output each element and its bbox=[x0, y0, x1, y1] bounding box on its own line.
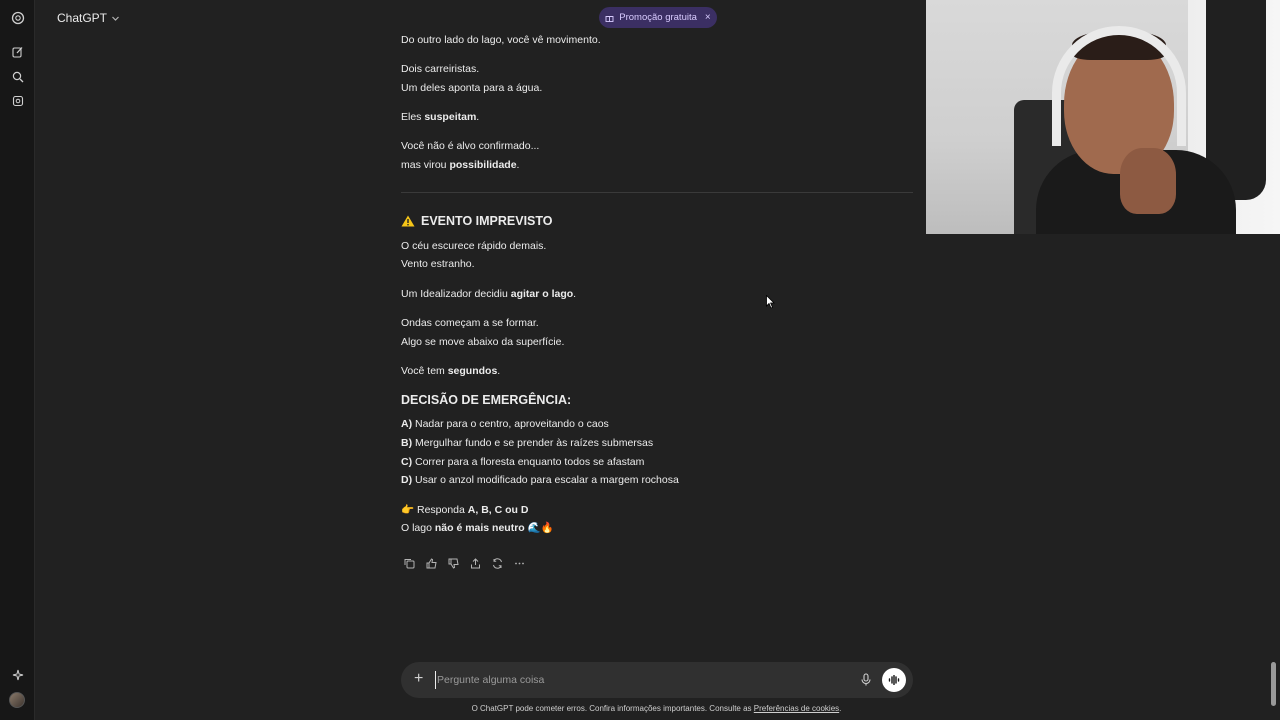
model-selector[interactable]: ChatGPT bbox=[57, 11, 120, 25]
warning-icon bbox=[401, 215, 415, 227]
message-line: Ondas começam a se formar. bbox=[401, 317, 539, 329]
option-a: A) Nadar para o centro, aproveitando o c… bbox=[401, 418, 609, 430]
sparkle-icon[interactable] bbox=[9, 666, 26, 683]
message-line: Um Idealizador decidiu agitar o lago. bbox=[401, 288, 577, 300]
regenerate-icon[interactable] bbox=[489, 555, 505, 571]
library-icon[interactable] bbox=[9, 92, 26, 109]
thumbs-up-icon[interactable] bbox=[423, 555, 439, 571]
prompt-input[interactable] bbox=[435, 671, 835, 689]
message-line: O céu escurece rápido demais. bbox=[401, 240, 547, 252]
message-line: Do outro lado do lago, você vê movimento… bbox=[401, 34, 601, 46]
respond-line: 👉 Responda A, B, C ou D bbox=[401, 504, 529, 516]
app-title: ChatGPT bbox=[57, 11, 108, 25]
message-line: Você não é alvo confirmado... bbox=[401, 140, 540, 152]
disclaimer: O ChatGPT pode cometer erros. Confira in… bbox=[471, 704, 842, 713]
scrollbar[interactable] bbox=[1271, 662, 1276, 706]
message-line: Dois carreiristas. bbox=[401, 63, 480, 75]
promo-label: Promoção gratuita bbox=[619, 12, 697, 23]
composer: + bbox=[401, 662, 913, 698]
more-icon[interactable] bbox=[511, 555, 527, 571]
thumbs-down-icon[interactable] bbox=[445, 555, 461, 571]
share-icon[interactable] bbox=[467, 555, 483, 571]
message-line: Eles suspeitam. bbox=[401, 111, 480, 123]
sidebar-rail bbox=[0, 0, 35, 720]
openai-logo-icon[interactable] bbox=[9, 9, 26, 26]
message-actions bbox=[401, 555, 527, 571]
event-heading: EVENTO IMPREVISTO bbox=[401, 214, 553, 228]
pointing-hand-icon: 👉 bbox=[401, 504, 415, 516]
search-icon[interactable] bbox=[9, 68, 26, 85]
decision-heading: DECISÃO DE EMERGÊNCIA: bbox=[401, 393, 572, 407]
message-line: Algo se move abaixo da superfície. bbox=[401, 336, 565, 348]
gift-icon bbox=[605, 16, 614, 22]
closing-line: O lago não é mais neutro 🌊🔥 bbox=[401, 522, 554, 534]
plus-icon[interactable]: + bbox=[414, 671, 423, 687]
message-line: Um deles aponta para a água. bbox=[401, 82, 543, 94]
chevron-down-icon bbox=[112, 16, 119, 21]
webcam-overlay bbox=[926, 0, 1280, 234]
voice-mode-button[interactable] bbox=[882, 668, 906, 692]
microphone-icon[interactable] bbox=[860, 672, 872, 688]
message-line: Vento estranho. bbox=[401, 258, 475, 270]
waveform-icon bbox=[888, 675, 900, 685]
promo-badge[interactable]: Promoção gratuita × bbox=[599, 7, 717, 28]
new-chat-icon[interactable] bbox=[9, 43, 26, 60]
option-d: D) Usar o anzol modificado para escalar … bbox=[401, 474, 679, 486]
cookie-preferences-link[interactable]: Preferências de cookies bbox=[754, 704, 839, 713]
option-c: C) Correr para a floresta enquanto todos… bbox=[401, 456, 645, 468]
close-icon[interactable]: × bbox=[705, 12, 711, 23]
copy-icon[interactable] bbox=[401, 555, 417, 571]
divider bbox=[401, 192, 913, 193]
message-line: Você tem segundos. bbox=[401, 365, 501, 377]
option-b: B) Mergulhar fundo e se prender às raíze… bbox=[401, 437, 654, 449]
message-line: mas virou possibilidade. bbox=[401, 159, 520, 171]
